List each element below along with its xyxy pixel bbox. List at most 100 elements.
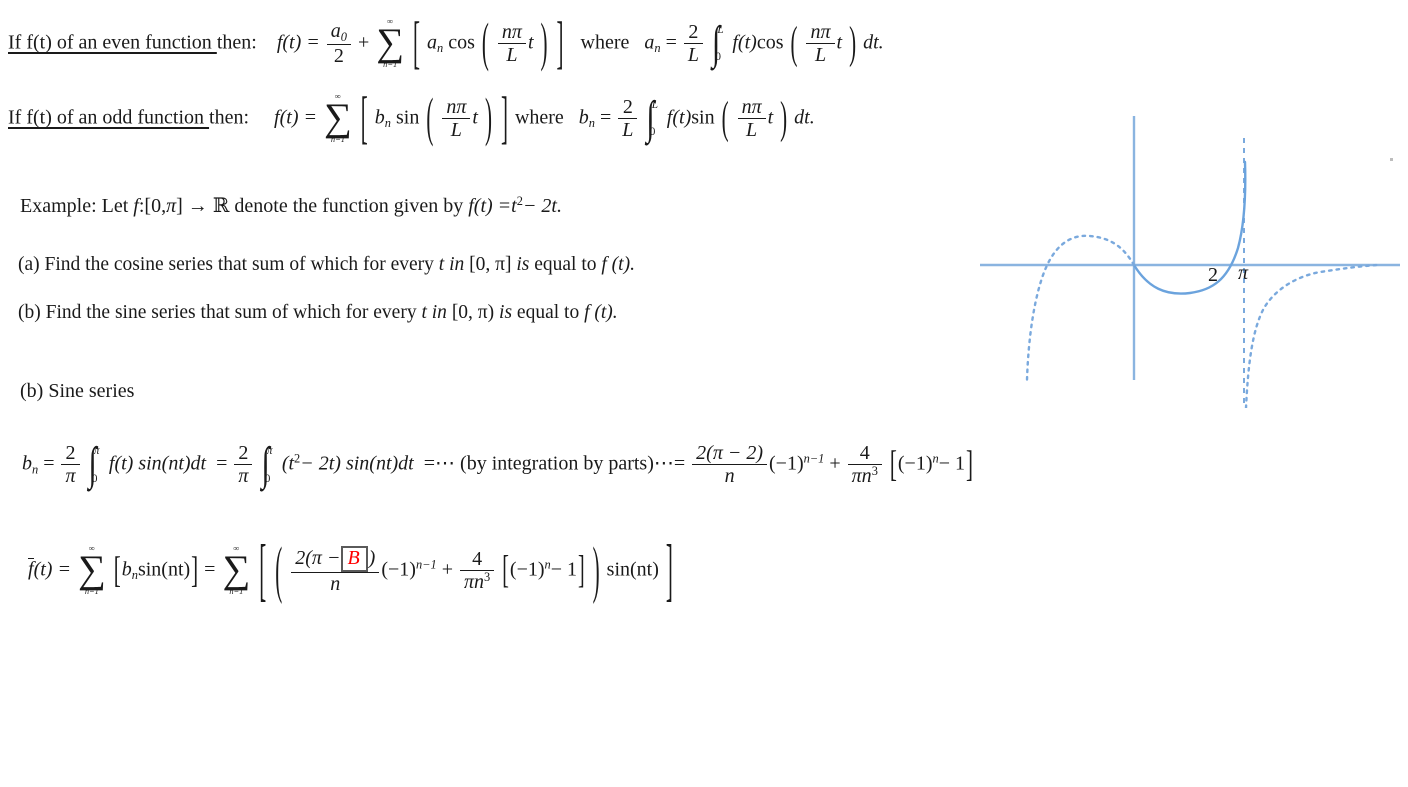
sine-heading-title: Sine series [48,380,135,402]
pi-denominator-bn: π [65,465,76,488]
answer-input-box[interactable]: B [341,545,368,572]
fbar-second-denominator: πn [464,571,485,594]
a0-over-2-fraction: a0 2 [326,20,351,68]
even-rule-then-label: then: [216,31,257,54]
bn-integrand-2-open: (t [281,452,295,475]
an-coefficient: a [427,31,438,54]
two-over-L-fraction-odd: 2 L [618,96,638,142]
solid-curve-branch [1132,160,1247,295]
integral-upper-limit-bn-2: π [266,445,273,458]
integral-lower-limit: 0 [715,51,721,64]
L-denominator-odd-3: L [746,119,758,142]
document-page: { "page": { "background": "#ffffff", "te… [0,0,1408,787]
x-tick-label-2: 2 [1208,264,1218,286]
fbar-second-fraction: 4 πn3 [460,548,495,594]
fbar-numerator-close: ) [368,546,376,569]
part-b-function: f (t). [584,302,618,323]
part-a-function: f (t). [601,254,635,275]
bn-second-denominator-exponent: 3 [871,464,878,479]
bn-lhs: b [22,452,32,475]
right-bracket-bn: ] [965,443,973,486]
part-b-text-1: Find the sine series that sum of which f… [45,302,417,323]
function-graph-sketch: 2 π [980,108,1400,408]
example-middle-label: denote the function given by [234,195,464,217]
an-subscript: n [437,41,444,56]
fbar-second-numerator: 4 [460,548,495,572]
bn-integrand-1: f(t) sin(nt)dt [108,452,207,475]
scan-speck [1390,158,1393,161]
bn-result-numerator: 2(π − 2) [692,442,767,466]
fbar-bracket-tail: − 1 [550,558,577,581]
part-a-is: is [516,254,530,275]
left-paren-fbar: ( [275,532,283,606]
two-numerator-bn-2: 2 [234,442,253,466]
right-paren-odd-2: ) [780,91,788,144]
two-over-pi-fraction: 2 π [61,442,80,488]
part-b-marker: (b) [18,302,41,323]
part-a-text-1: Find the cosine series that sum of which… [44,254,434,275]
L-denominator-odd-2: L [622,119,634,142]
fbar-plus: + [441,558,453,581]
bn-equals-1: = [43,452,55,475]
bn-derivation-line: bn = 2 π ∫ π 0 f(t) sin(nt)dt = 2 π ∫ π … [22,441,974,488]
left-bracket-odd: [ [360,84,368,151]
bn-lhs-subscript: n [32,462,39,477]
bn-second-fraction: 4 πn3 [847,442,882,488]
right-bracket: ] [556,9,564,76]
part-b-t-in: t in [421,302,447,323]
integral-operator-bn: ∫ π 0 [89,441,103,488]
cosine-operator: cos [448,31,475,54]
fbar-denominator: n [330,572,341,595]
bn-dots-right: ⋯ [653,452,674,475]
integrand-function-odd: f(t) [666,106,692,129]
right-paren-2: ) [849,16,857,69]
bn-dots-left: ⋯ [435,452,456,475]
npi-over-L-fraction-odd-2: nπ L [737,96,766,142]
integral-operator-odd: ∫ L 0 [646,95,660,142]
question-part-b: (b) Find the sine series that sum of whi… [18,302,618,324]
bn-equals: = [600,106,612,129]
fbar-inner-coefficient: b [121,558,132,581]
fbar-numerator-open: 2(π − [295,546,341,569]
npi-over-L-fraction-2: nπ L [806,21,835,67]
npi-over-L-fraction-odd: nπ L [442,96,471,142]
bn-definition-lhs: b [578,106,589,129]
bn-equals-3: = [423,452,436,475]
sine-heading-marker: (b) [20,380,44,402]
bn-sign-exponent: n−1 [803,451,825,466]
integral-upper-limit-bn: π [93,445,100,458]
graph-svg [980,116,1400,408]
summation-operator-fbar-2: ∞ ∑ n=1 [222,544,250,596]
two-over-L-fraction: 2 L [683,21,703,67]
example-definition-lhs: f(t) = [468,195,512,217]
odd-rule-lhs: f(t) = [274,106,317,129]
example-statement: Example: Let f:[0,π] → ℝ denote the func… [20,193,562,218]
fbar-second-denominator-exponent: 3 [484,570,491,585]
part-a-text-2: equal to [534,254,597,275]
left-bracket-fbar-1: [ [113,548,121,591]
fbar-sign-exponent: n−1 [415,557,437,572]
bn-plus: + [829,452,841,475]
right-bracket-odd: ] [500,84,508,151]
arg-variable-t: t [527,31,534,54]
part-b-is: is [499,302,513,323]
left-paren-odd: ( [426,86,434,148]
example-lead-label: Example: Let [20,195,129,217]
left-bracket-fbar-2: [ [259,528,267,610]
dotted-curve-left [1025,234,1136,382]
integrand-function: f(t) [732,31,757,54]
even-rule-underlined-label: If f(t) of an even function [8,31,217,54]
example-domain-open: :[0, [138,195,167,217]
an-definition-subscript: n [654,41,661,56]
bn-definition-subscript: n [588,116,595,131]
right-paren-fbar: ) [592,532,600,606]
arg-variable-t-odd: t [472,106,478,129]
sine-operator-2: sin [691,106,715,129]
even-function-rule: If f(t) of an even function then: f(t) =… [8,13,884,71]
part-a-t-in: t in [438,254,465,275]
sine-operator: sin [396,106,420,129]
right-bracket-fbar-inner: ] [578,549,585,593]
left-paren-odd-2: ( [721,91,729,144]
bn-second-denominator: πn [851,465,872,488]
an-equals: = [665,31,677,54]
